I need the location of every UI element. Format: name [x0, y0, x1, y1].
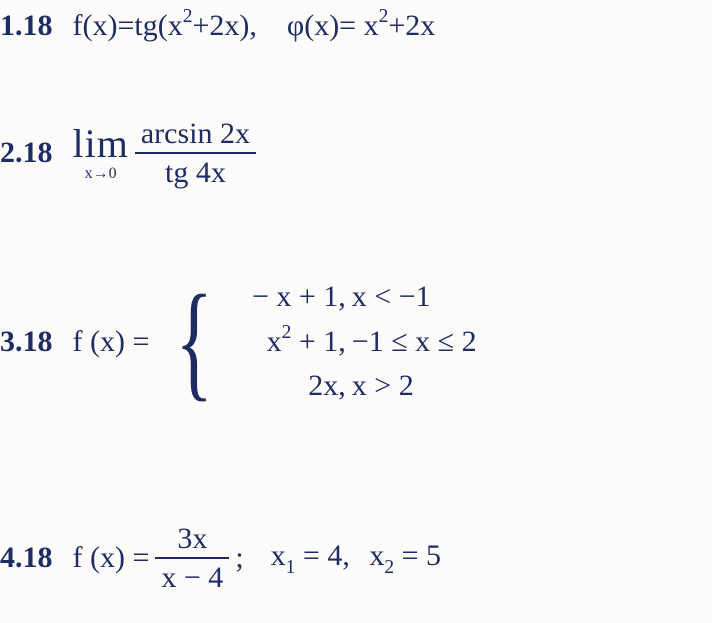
case2-a: x	[267, 325, 282, 358]
p3-lhs: f (x) =	[73, 325, 150, 359]
problem-1: 1.18 f(x)=tg(x2+2x), φ(x)= x2+2x	[0, 8, 435, 43]
p1-sup2: 2	[379, 6, 389, 27]
case-2: x2 + 1, −1 ≤ x ≤ 2	[216, 324, 477, 359]
p4-lhs: f (x) =	[73, 541, 150, 575]
case3-cond: x > 2	[352, 369, 414, 403]
x1-b: = 4,	[295, 539, 349, 572]
p2-frac-den: tg 4x	[159, 154, 232, 191]
semicolon: ;	[235, 541, 243, 575]
p1-sup1: 2	[183, 6, 193, 27]
x2-sub: 2	[384, 557, 394, 578]
problem-number: 2.18	[0, 136, 53, 170]
x1-a: x	[271, 539, 286, 572]
problem-number: 4.18	[0, 541, 53, 575]
left-brace-icon: {	[176, 293, 213, 391]
piecewise: { − x + 1, x < −1 x2 + 1, −1 ≤ x ≤ 2 2x,…	[169, 280, 476, 403]
lim-sub: x→0	[85, 166, 117, 182]
case3-expr: 2x,	[216, 369, 346, 403]
case2-sup: 2	[282, 322, 292, 343]
p2-fraction: arcsin 2x tg 4x	[135, 115, 256, 191]
problem-number: 3.18	[0, 325, 53, 359]
problem-4: 4.18 f (x) = 3x x − 4 ; x1 = 4, x2 = 5	[0, 520, 441, 596]
x2: x2 = 5	[369, 539, 441, 578]
case1-expr: − x + 1,	[216, 280, 346, 314]
case1-cond: x < −1	[352, 280, 431, 314]
lim-word: lim	[73, 124, 129, 164]
case-1: − x + 1, x < −1	[216, 280, 477, 314]
case2-cond: −1 ≤ x ≤ 2	[352, 325, 477, 359]
problem-3: 3.18 f (x) = { − x + 1, x < −1 x2 + 1, −…	[0, 280, 477, 403]
p4-expression: f (x) = 3x x − 4 ; x1 = 4, x2 = 5	[73, 520, 442, 596]
p1-expression: f(x)=tg(x2+2x), φ(x)= x2+2x	[73, 8, 436, 43]
cases: − x + 1, x < −1 x2 + 1, −1 ≤ x ≤ 2 2x, x…	[216, 280, 477, 403]
x1: x1 = 4,	[271, 539, 350, 578]
problem-2: 2.18 lim x→0 arcsin 2x tg 4x	[0, 115, 256, 191]
p4-frac-den: x − 4	[155, 559, 229, 596]
p2-frac-num: arcsin 2x	[135, 115, 256, 152]
case2-expr: x2 + 1,	[216, 324, 346, 359]
case-3: 2x, x > 2	[216, 369, 477, 403]
x2-b: = 5	[394, 539, 441, 572]
p4-fraction: 3x x − 4	[155, 520, 229, 596]
p1-tail: +2x	[388, 9, 435, 42]
problem-number: 1.18	[0, 9, 53, 43]
p1-mid: +2x),	[192, 9, 256, 42]
p4-frac-num: 3x	[171, 520, 213, 557]
p1-fx: f(x)=tg(x	[73, 9, 183, 42]
p2-expression: lim x→0 arcsin 2x tg 4x	[73, 115, 256, 191]
p1-phi: φ(x)= x	[287, 9, 379, 42]
limit-operator: lim x→0	[73, 124, 129, 182]
x1-sub: 1	[286, 557, 296, 578]
x2-a: x	[369, 539, 384, 572]
case2-b: + 1,	[291, 325, 345, 358]
